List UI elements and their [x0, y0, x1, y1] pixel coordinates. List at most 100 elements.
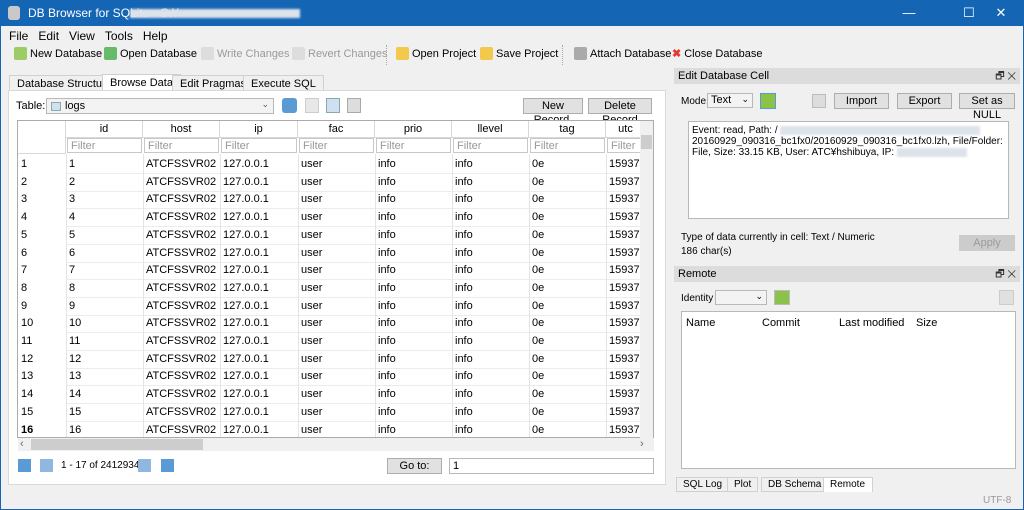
table-cell[interactable]: ATCFSSVR02: [143, 333, 220, 350]
close-window-button[interactable]: ✕: [978, 0, 1024, 26]
dock-float-close-icons[interactable]: 🗗 ✕: [995, 267, 1016, 284]
table-cell[interactable]: 0e: [529, 404, 606, 421]
table-cell[interactable]: ATCFSSVR02: [143, 191, 220, 208]
row-header[interactable]: 5: [18, 227, 66, 244]
table-cell[interactable]: 5: [66, 227, 143, 244]
table-cell[interactable]: info: [452, 386, 529, 403]
table-cell[interactable]: 6: [66, 245, 143, 262]
table-cell[interactable]: info: [375, 386, 452, 403]
import-button[interactable]: Import: [834, 93, 889, 109]
row-header[interactable]: 14: [18, 386, 66, 403]
table-cell[interactable]: info: [375, 422, 452, 438]
dock-float-close-icons[interactable]: 🗗 ✕: [995, 69, 1016, 86]
column-header-fac[interactable]: fac: [298, 121, 375, 138]
filter-input-host[interactable]: Filter: [144, 138, 219, 153]
next-page-icon[interactable]: [138, 459, 151, 472]
vertical-scroll-thumb[interactable]: [641, 135, 652, 149]
table-cell[interactable]: ATCFSSVR02: [143, 156, 220, 173]
table-cell[interactable]: 10: [66, 315, 143, 332]
horizontal-scroll-thumb[interactable]: [31, 439, 203, 450]
table-cell[interactable]: 0e: [529, 422, 606, 438]
mode-select[interactable]: Text ⌄: [707, 93, 753, 108]
table-cell[interactable]: info: [375, 262, 452, 279]
row-header[interactable]: 1: [18, 156, 66, 173]
table-cell[interactable]: user: [298, 351, 375, 368]
table-cell[interactable]: ATCFSSVR02: [143, 404, 220, 421]
table-cell[interactable]: 127.0.0.1: [220, 351, 298, 368]
menu-help[interactable]: Help: [143, 29, 168, 43]
table-cell[interactable]: user: [298, 333, 375, 350]
filter-input-id[interactable]: Filter: [67, 138, 142, 153]
set-null-button[interactable]: Set as NULL: [959, 93, 1015, 121]
table-cell[interactable]: 127.0.0.1: [220, 227, 298, 244]
column-header-host[interactable]: host: [143, 121, 220, 138]
table-cell[interactable]: 127.0.0.1: [220, 156, 298, 173]
apply-button[interactable]: Apply: [959, 235, 1015, 251]
table-cell[interactable]: 0e: [529, 298, 606, 315]
table-cell[interactable]: info: [375, 245, 452, 262]
table-cell[interactable]: user: [298, 227, 375, 244]
table-cell[interactable]: 0e: [529, 209, 606, 226]
filter-input-tag[interactable]: Filter: [530, 138, 605, 153]
table-cell[interactable]: 0e: [529, 191, 606, 208]
table-cell[interactable]: user: [298, 280, 375, 297]
tab-db-schema[interactable]: DB Schema: [761, 477, 829, 492]
table-cell[interactable]: ATCFSSVR02: [143, 422, 220, 438]
row-header[interactable]: 9: [18, 298, 66, 315]
table-cell[interactable]: ATCFSSVR02: [143, 227, 220, 244]
table-cell[interactable]: ATCFSSVR02: [143, 386, 220, 403]
column-header-prio[interactable]: prio: [375, 121, 452, 138]
save-project-button[interactable]: Save Project: [480, 47, 558, 60]
table-cell[interactable]: info: [452, 191, 529, 208]
table-cell[interactable]: 0e: [529, 156, 606, 173]
row-header[interactable]: 15: [18, 404, 66, 421]
table-cell[interactable]: info: [452, 245, 529, 262]
menu-edit[interactable]: Edit: [38, 29, 59, 43]
table-cell[interactable]: ATCFSSVR02: [143, 245, 220, 262]
table-select[interactable]: logs ⌄: [46, 98, 274, 114]
table-cell[interactable]: user: [298, 209, 375, 226]
table-cell[interactable]: 4: [66, 209, 143, 226]
table-cell[interactable]: info: [452, 422, 529, 438]
export-button[interactable]: Export: [897, 93, 952, 109]
table-cell[interactable]: user: [298, 422, 375, 438]
tab-remote[interactable]: Remote: [823, 477, 873, 492]
table-cell[interactable]: 0e: [529, 386, 606, 403]
table-cell[interactable]: info: [452, 209, 529, 226]
table-cell[interactable]: 2: [66, 174, 143, 191]
close-database-button[interactable]: ✖ Close Database: [672, 47, 763, 61]
revert-changes-button[interactable]: Revert Changes: [292, 47, 388, 60]
filter-input-fac[interactable]: Filter: [299, 138, 374, 153]
table-cell[interactable]: 0e: [529, 245, 606, 262]
table-cell[interactable]: ATCFSSVR02: [143, 280, 220, 297]
table-cell[interactable]: 3: [66, 191, 143, 208]
table-cell[interactable]: 0e: [529, 262, 606, 279]
remote-file-list[interactable]: Name Commit Last modified Size: [681, 311, 1016, 469]
table-cell[interactable]: info: [375, 351, 452, 368]
filter-input-prio[interactable]: Filter: [376, 138, 451, 153]
row-header[interactable]: 7: [18, 262, 66, 279]
row-header[interactable]: 10: [18, 315, 66, 332]
table-cell[interactable]: 0e: [529, 174, 606, 191]
table-cell[interactable]: user: [298, 404, 375, 421]
table-cell[interactable]: 127.0.0.1: [220, 333, 298, 350]
table-cell[interactable]: 15: [66, 404, 143, 421]
table-cell[interactable]: info: [452, 315, 529, 332]
table-cell[interactable]: ATCFSSVR02: [143, 174, 220, 191]
table-cell[interactable]: 7: [66, 262, 143, 279]
table-cell[interactable]: info: [375, 333, 452, 350]
table-cell[interactable]: info: [375, 404, 452, 421]
delete-record-button[interactable]: Delete Record: [588, 98, 652, 126]
scroll-left-icon[interactable]: ‹: [20, 438, 24, 450]
row-header[interactable]: 3: [18, 191, 66, 208]
table-cell[interactable]: 127.0.0.1: [220, 280, 298, 297]
table-cell[interactable]: 127.0.0.1: [220, 315, 298, 332]
table-cell[interactable]: user: [298, 386, 375, 403]
table-cell[interactable]: 0e: [529, 227, 606, 244]
table-cell[interactable]: user: [298, 156, 375, 173]
goto-button[interactable]: Go to:: [387, 458, 442, 474]
minimize-button[interactable]: —: [886, 0, 932, 26]
write-changes-button[interactable]: Write Changes: [201, 47, 290, 60]
goto-input[interactable]: 1: [449, 458, 654, 474]
table-cell[interactable]: user: [298, 368, 375, 385]
